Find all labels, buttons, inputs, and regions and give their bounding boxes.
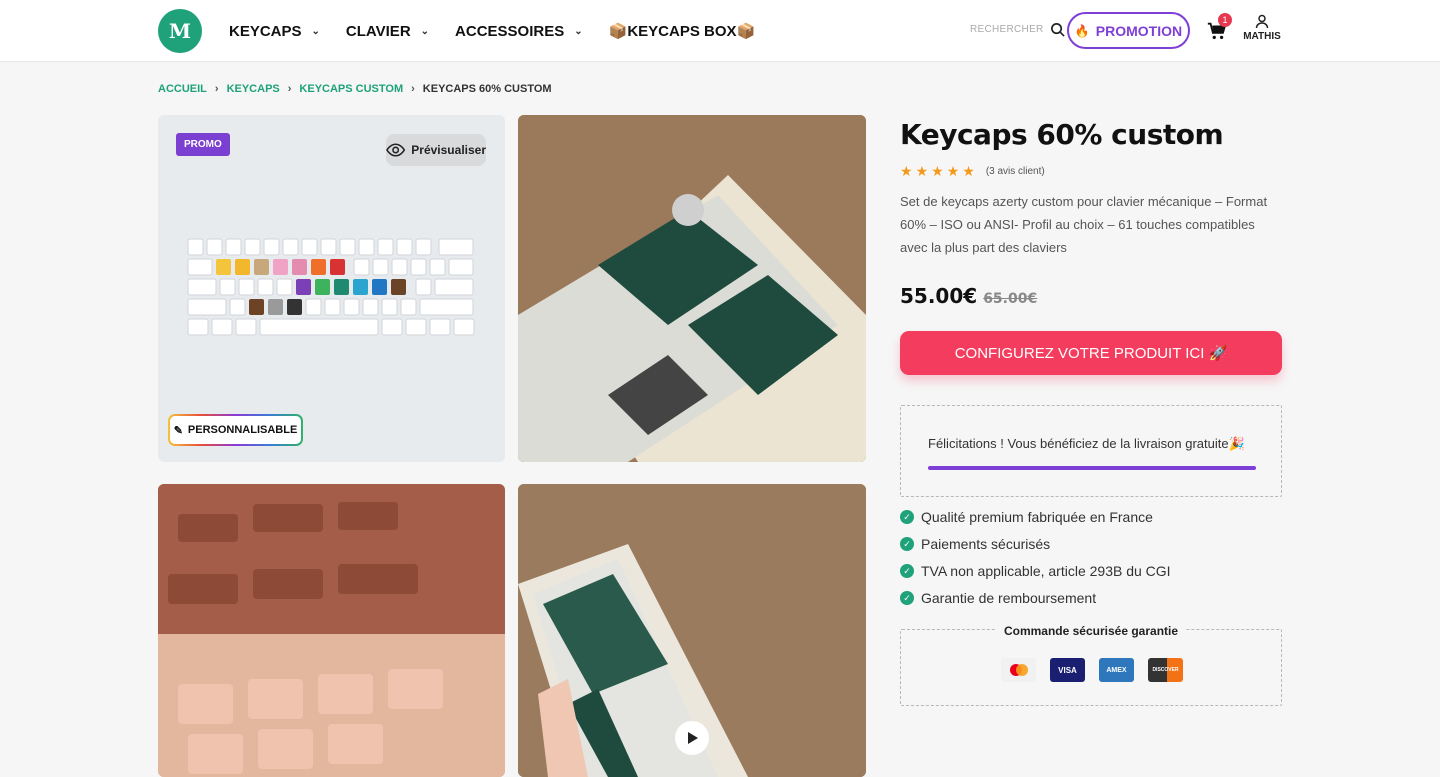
free-shipping-box: Félicitations ! Vous bénéficiez de la li… bbox=[900, 405, 1282, 497]
check-icon: ✓ bbox=[900, 564, 914, 578]
feature-item: ✓ Garantie de remboursement bbox=[900, 589, 1171, 607]
account-button[interactable]: MATHIS bbox=[1240, 14, 1284, 42]
check-icon: ✓ bbox=[900, 591, 914, 605]
feature-item: ✓ Qualité premium fabriquée en France bbox=[900, 508, 1171, 526]
nav-keycaps[interactable]: KEYCAPS ⌄ bbox=[229, 23, 320, 40]
nav-keycaps-box-label: 📦KEYCAPS BOX📦 bbox=[608, 23, 756, 40]
rating-stars[interactable]: ★ ★ ★ ★ ★ (3 avis client) bbox=[900, 163, 1045, 180]
personalisable-label: PERSONNALISABLE bbox=[187, 424, 298, 436]
star-icon: ★ bbox=[900, 163, 913, 179]
promo-badge: PROMO bbox=[176, 133, 230, 156]
preview-label: Prévisualiser bbox=[411, 143, 486, 157]
free-shipping-text: Félicitations ! Vous bénéficiez de la li… bbox=[928, 436, 1245, 451]
secure-order-box: Commande sécurisée garantie VISA AMEX DI… bbox=[900, 624, 1282, 706]
feature-label: Garantie de remboursement bbox=[921, 590, 1097, 606]
star-icon: ★ bbox=[962, 163, 975, 179]
star-icon: ★ bbox=[931, 163, 944, 179]
breadcrumb-current: KEYCAPS 60% CUSTOM bbox=[422, 83, 552, 95]
nav-keycaps-label: KEYCAPS bbox=[229, 22, 302, 40]
breadcrumb-accueil[interactable]: ACCUEIL bbox=[158, 83, 207, 95]
promotion-label: PROMOTION bbox=[1095, 22, 1183, 39]
feature-label: Paiements sécurisés bbox=[921, 536, 1051, 552]
chevron-down-icon: ⌄ bbox=[311, 25, 320, 37]
feature-item: ✓ TVA non applicable, article 293B du CG… bbox=[900, 562, 1171, 580]
discover-icon: DISCOVER bbox=[1148, 658, 1183, 682]
chevron-right-icon: › bbox=[214, 83, 219, 95]
account-label: MATHIS bbox=[1243, 31, 1281, 42]
star-icon: ★ bbox=[915, 163, 929, 179]
chevron-right-icon: › bbox=[411, 83, 415, 95]
promotion-button[interactable]: 🔥 PROMOTION bbox=[1067, 12, 1190, 49]
feature-label: TVA non applicable, article 293B du CGI bbox=[921, 563, 1171, 579]
flame-icon: 🔥 bbox=[1074, 23, 1090, 38]
price-current: 55.00€ bbox=[900, 284, 978, 308]
feature-label: Qualité premium fabriquée en France bbox=[921, 509, 1153, 525]
cart-count-badge: 1 bbox=[1218, 13, 1232, 27]
preview-button[interactable]: Prévisualiser bbox=[386, 134, 486, 166]
play-icon bbox=[688, 732, 698, 744]
feature-item: ✓ Paiements sécurisés bbox=[900, 535, 1171, 553]
photo-keyboard-green bbox=[518, 115, 866, 462]
nav-clavier[interactable]: CLAVIER ⌄ bbox=[346, 23, 429, 40]
product-photo-green-keyboard[interactable] bbox=[518, 115, 866, 462]
chevron-down-icon: ⌄ bbox=[420, 25, 430, 37]
search-trigger[interactable]: RECHERCHER bbox=[970, 22, 1065, 37]
review-count[interactable]: (3 avis client) bbox=[986, 166, 1045, 177]
feature-list: ✓ Qualité premium fabriquée en France ✓ … bbox=[900, 508, 1171, 607]
nav-accessoires[interactable]: ACCESSOIRES ⌄ bbox=[455, 23, 583, 40]
product-video-thumbnail[interactable] bbox=[518, 484, 866, 777]
breadcrumb-keycaps[interactable]: KEYCAPS bbox=[227, 83, 280, 95]
site-header: M KEYCAPS ⌄ CLAVIER ⌄ ACCESSOIRES ⌄ 📦KEY… bbox=[0, 0, 1440, 62]
nav-accessoires-label: ACCESSOIRES bbox=[455, 22, 565, 40]
keyboard-render bbox=[187, 238, 475, 336]
chevron-right-icon: › bbox=[287, 83, 292, 95]
product-description: Set de keycaps azerty custom pour clavie… bbox=[900, 194, 1268, 255]
product-photo-brown-keyboard[interactable] bbox=[158, 484, 505, 777]
product-title: Keycaps 60% custom bbox=[900, 118, 1224, 151]
secure-order-label: Commande sécurisée garantie bbox=[995, 624, 1187, 638]
mastercard-icon bbox=[1001, 658, 1036, 682]
price-block: 55.00€ 65.00€ bbox=[900, 284, 1037, 308]
chevron-down-icon: ⌄ bbox=[574, 25, 583, 37]
check-icon: ✓ bbox=[900, 510, 914, 524]
product-image-render[interactable]: PROMO Prévisualiser ✎ PERSONNALISABLE bbox=[158, 115, 505, 462]
check-icon: ✓ bbox=[900, 537, 914, 551]
photo-keyboard-brown bbox=[158, 484, 505, 777]
breadcrumb-keycaps-custom[interactable]: KEYCAPS CUSTOM bbox=[299, 83, 403, 95]
search-label: RECHERCHER bbox=[970, 24, 1044, 35]
logo[interactable]: M bbox=[158, 9, 202, 53]
secure-order-title: Commande sécurisée garantie bbox=[901, 622, 1281, 640]
search-icon bbox=[1050, 23, 1065, 37]
main-nav: KEYCAPS ⌄ CLAVIER ⌄ ACCESSOIRES ⌄ 📦KEYCA… bbox=[229, 0, 755, 62]
amex-icon: AMEX bbox=[1099, 658, 1134, 682]
nav-keycaps-box[interactable]: 📦KEYCAPS BOX📦 bbox=[609, 22, 756, 40]
eye-icon bbox=[386, 143, 406, 157]
nav-clavier-label: CLAVIER bbox=[345, 22, 411, 40]
star-icon: ★ bbox=[946, 163, 960, 179]
user-icon bbox=[1255, 14, 1269, 29]
personalisable-badge: ✎ PERSONNALISABLE bbox=[168, 414, 303, 446]
payment-methods: VISA AMEX DISCOVER bbox=[1001, 658, 1183, 682]
breadcrumb: ACCUEIL › KEYCAPS › KEYCAPS CUSTOM › KEY… bbox=[158, 83, 552, 95]
edit-icon: ✎ bbox=[173, 424, 183, 437]
visa-icon: VISA bbox=[1050, 658, 1085, 682]
play-video-button[interactable] bbox=[675, 721, 709, 755]
free-shipping-progress bbox=[928, 466, 1256, 470]
configure-product-button[interactable]: CONFIGUREZ VOTRE PRODUIT ICI 🚀 bbox=[900, 331, 1282, 375]
price-original: 65.00€ bbox=[983, 291, 1038, 307]
